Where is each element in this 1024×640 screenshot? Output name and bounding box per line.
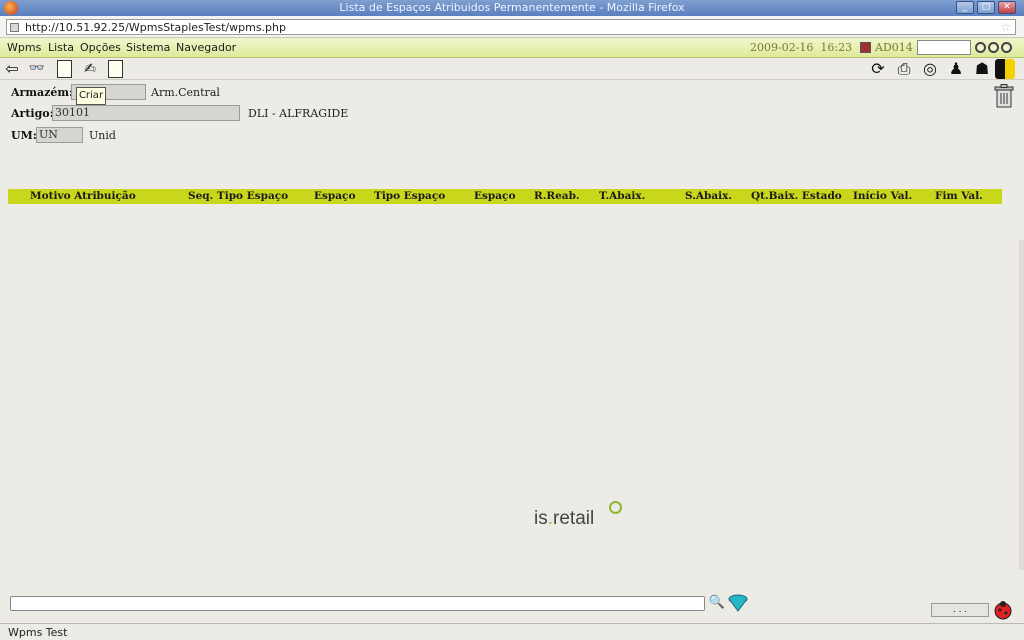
col-espaco[interactable]: Espaço xyxy=(314,190,355,202)
circle-button-2[interactable] xyxy=(988,42,999,53)
is-retail-logo: is.retail xyxy=(534,508,594,530)
user-code: AD014 xyxy=(875,41,913,54)
artigo-description: DLI - ALFRAGIDE xyxy=(248,107,349,120)
col-tipo-espaco[interactable]: Tipo Espaço xyxy=(374,190,445,202)
um-label: UM: xyxy=(11,129,37,142)
create-tooltip: Criar xyxy=(76,87,106,105)
menu-sistema[interactable]: Sistema xyxy=(126,41,170,54)
command-input[interactable] xyxy=(10,596,705,611)
bug-icon[interactable] xyxy=(992,599,1014,621)
time: 16:23 xyxy=(820,41,853,54)
status-bar: Wpms Test xyxy=(0,623,1024,640)
user-badge-icon xyxy=(860,42,871,53)
um-field[interactable]: UN xyxy=(36,127,83,143)
new-document-icon[interactable] xyxy=(57,60,72,78)
maximize-button[interactable]: □ xyxy=(977,1,995,14)
navigation-bar: http://10.51.92.25/WpmsStaplesTest/wpms.… xyxy=(0,16,1024,38)
col-espaco-2[interactable]: Espaço xyxy=(474,190,515,202)
col-inicio-val[interactable]: Início Val. xyxy=(853,190,912,202)
bookmark-star-icon[interactable]: ☆ xyxy=(1000,20,1011,34)
date-time: 2009-02-16 16:23 xyxy=(750,41,852,54)
logo-prefix: is xyxy=(534,508,548,529)
quick-search-input[interactable] xyxy=(917,40,971,55)
url-field[interactable]: http://10.51.92.25/WpmsStaplesTest/wpms.… xyxy=(6,19,1016,35)
toolbar: ⇦ 👓 ✍ ⟳ ⎙ ◎ ♟ ☗ xyxy=(0,58,1024,80)
armazem-description: Arm.Central xyxy=(151,86,220,99)
col-fim-val[interactable]: Fim Val. xyxy=(935,190,983,202)
site-icon xyxy=(10,23,19,32)
menu-opcoes[interactable]: Opções xyxy=(80,41,121,54)
artigo-field[interactable]: 30101 xyxy=(52,105,240,121)
col-r-reab[interactable]: R.Reab. xyxy=(534,190,580,202)
help-lifebuoy-icon[interactable]: ◎ xyxy=(920,59,940,79)
col-motivo-atribuicao[interactable]: Motivo Atribuição xyxy=(30,190,136,202)
window-title: Lista de Espaços Atribuidos Permanenteme… xyxy=(339,1,685,14)
scrollbar[interactable] xyxy=(1019,240,1024,570)
armazem-label: Armazém: xyxy=(11,86,74,99)
col-s-abaix[interactable]: S.Abaix. xyxy=(685,190,732,202)
trash-icon[interactable] xyxy=(993,84,1015,108)
url-text: http://10.51.92.25/WpmsStaplesTest/wpms.… xyxy=(25,21,286,34)
status-text: Wpms Test xyxy=(8,626,68,639)
table-header: Motivo Atribuição Seq. Tipo Espaço Espaç… xyxy=(8,189,1002,204)
edit-icon[interactable]: ✍ xyxy=(80,59,100,79)
col-t-abaix[interactable]: T.Abaix. xyxy=(599,190,645,202)
col-qt-baix-estado[interactable]: Qt.Baix. Estado xyxy=(751,190,842,202)
artigo-label: Artigo: xyxy=(11,107,54,120)
exit-icon[interactable]: ♟ xyxy=(946,59,966,79)
search-binoculars-icon[interactable]: 🔍 xyxy=(707,593,727,613)
menu-navegador[interactable]: Navegador xyxy=(176,41,236,54)
menu-wpms[interactable]: Wpms xyxy=(7,41,41,54)
filter-icon[interactable] xyxy=(728,594,748,612)
status-box[interactable]: . . . xyxy=(931,603,989,617)
circle-button-3[interactable] xyxy=(1001,42,1012,53)
logo-mark-icon xyxy=(609,501,622,514)
copy-document-icon[interactable] xyxy=(108,60,123,78)
minimize-button[interactable]: _ xyxy=(956,1,974,14)
window-titlebar: Lista de Espaços Atribuidos Permanenteme… xyxy=(0,0,1024,16)
um-description: Unid xyxy=(89,129,116,142)
menu-bar: Wpms Lista Opções Sistema Navegador 2009… xyxy=(0,38,1024,58)
date: 2009-02-16 xyxy=(750,41,814,54)
moon-icon[interactable] xyxy=(995,59,1015,79)
menu-lista[interactable]: Lista xyxy=(48,41,74,54)
refresh-icon[interactable]: ⟳ xyxy=(868,59,888,79)
logo-suffix: retail xyxy=(553,508,595,529)
col-seq-tipo-espaco[interactable]: Seq. Tipo Espaço xyxy=(188,190,288,202)
print-icon[interactable]: ⎙ xyxy=(894,59,914,79)
close-button[interactable]: ✕ xyxy=(998,1,1016,14)
user-icon[interactable]: ☗ xyxy=(972,59,992,79)
back-arrow-icon[interactable]: ⇦ xyxy=(2,59,22,79)
circle-button-1[interactable] xyxy=(975,42,986,53)
binoculars-icon[interactable]: 👓 xyxy=(27,59,47,79)
